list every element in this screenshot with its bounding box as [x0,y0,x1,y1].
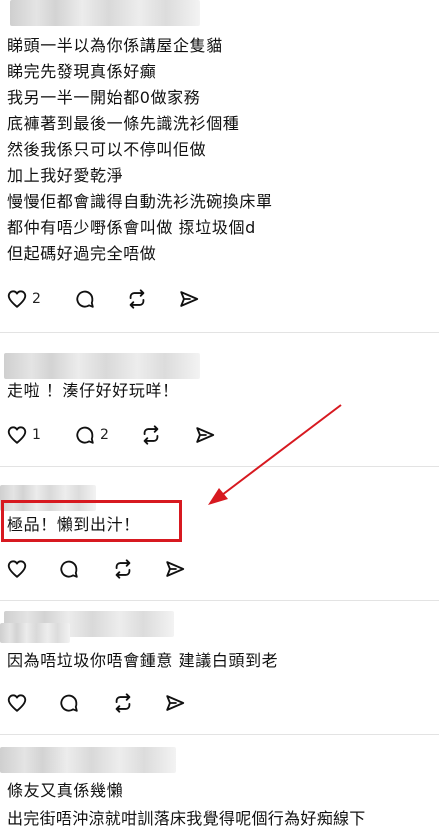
annotation-arrow [208,404,342,505]
